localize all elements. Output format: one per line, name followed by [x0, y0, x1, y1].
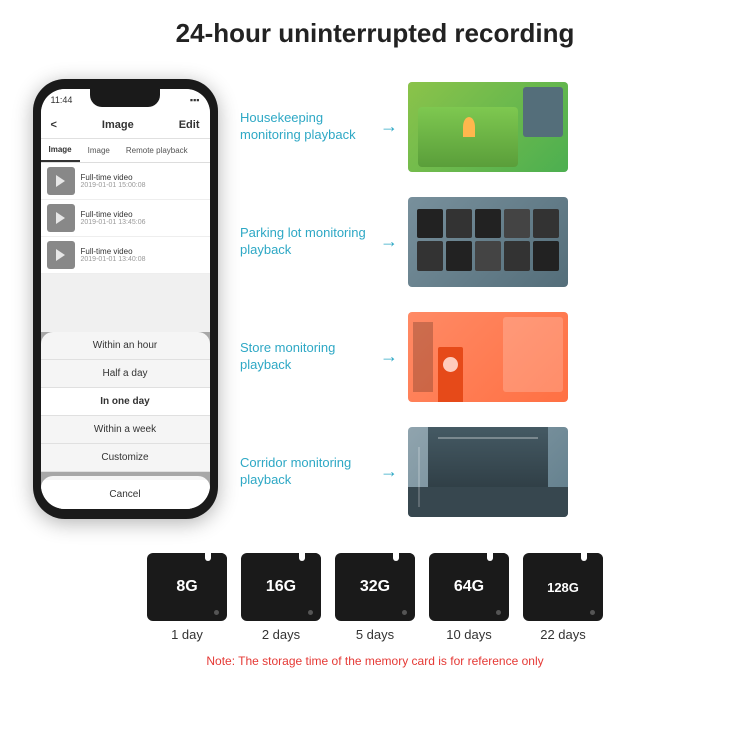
- monitoring-item-corridor: Corridor monitoring playback →: [240, 427, 730, 517]
- video-info: Full-time video 2019-01-01 13:40:08: [81, 247, 146, 263]
- monitoring-item-housekeeping: Housekeeping monitoring playback →: [240, 82, 730, 172]
- sd-card-16g: 16G: [241, 553, 321, 621]
- sd-card-dot: [590, 610, 595, 615]
- monitoring-item-store: Store monitoring playback →: [240, 312, 730, 402]
- monitoring-label-corridor: Corridor monitoring playback: [240, 455, 370, 489]
- storage-card-16g: 16G 2 days: [241, 553, 321, 642]
- main-content: 11:44 ▪▪▪ < Image Edit Image Image Remot…: [0, 59, 750, 539]
- storage-card-128g: 128G 22 days: [523, 553, 603, 642]
- phone-back-button[interactable]: <: [51, 119, 57, 131]
- phone-nav-bar: < Image Edit: [41, 111, 210, 139]
- play-icon: [56, 212, 65, 224]
- phone-screen: 11:44 ▪▪▪ < Image Edit Image Image Remot…: [41, 89, 210, 509]
- play-icon: [56, 249, 65, 261]
- monitoring-image-parking: [408, 197, 568, 287]
- sd-card-notch: [487, 553, 493, 561]
- monitoring-image-store: [408, 312, 568, 402]
- arrow-icon-corridor: →: [380, 461, 398, 482]
- monitoring-label-parking: Parking lot monitoring playback: [240, 225, 370, 259]
- video-info: Full-time video 2019-01-01 13:45:06: [81, 210, 146, 226]
- scene-store: [408, 312, 568, 402]
- arrow-icon-parking: →: [380, 231, 398, 252]
- page-header: 24-hour uninterrupted recording: [0, 0, 750, 59]
- phone-dropdown-overlay: Within an hour Half a day In one day Wit…: [41, 332, 210, 509]
- list-item[interactable]: Full-time video 2019-01-01 15:00:08: [41, 163, 210, 200]
- phone-tab-image[interactable]: Image: [41, 139, 80, 162]
- sd-card-dot: [308, 610, 313, 615]
- video-label: Full-time video: [81, 210, 146, 219]
- sd-card-size-label: 8G: [176, 578, 197, 596]
- dropdown-item-customize[interactable]: Customize: [41, 444, 210, 472]
- phone-notch: [90, 89, 160, 107]
- scene-parking: [408, 197, 568, 287]
- phone-edit-button[interactable]: Edit: [179, 119, 200, 131]
- phone-nav-title: Image: [102, 119, 134, 131]
- video-label: Full-time video: [81, 173, 146, 182]
- list-item[interactable]: Full-time video 2019-01-01 13:45:06: [41, 200, 210, 237]
- list-item[interactable]: Full-time video 2019-01-01 13:40:08: [41, 237, 210, 274]
- storage-section: 8G 1 day 16G 2 days 32G 5 days: [0, 539, 750, 668]
- storage-card-32g: 32G 5 days: [335, 553, 415, 642]
- sd-card-size-label: 128G: [547, 580, 579, 595]
- phone-mockup: 11:44 ▪▪▪ < Image Edit Image Image Remot…: [33, 79, 218, 519]
- phone-tab-image2[interactable]: Image: [80, 139, 118, 162]
- phone-video-list: Full-time video 2019-01-01 15:00:08 Full…: [41, 163, 210, 274]
- storage-days-128g: 22 days: [540, 627, 586, 642]
- video-date: 2019-01-01 13:45:06: [81, 219, 146, 226]
- storage-days-64g: 10 days: [446, 627, 492, 642]
- storage-note: Note: The storage time of the memory car…: [206, 654, 543, 668]
- video-label: Full-time video: [81, 247, 146, 256]
- sd-card-notch: [205, 553, 211, 561]
- play-icon: [56, 175, 65, 187]
- phone-tab-remote[interactable]: Remote playback: [118, 139, 196, 162]
- scene-corridor: [408, 427, 568, 517]
- sd-card-size-label: 64G: [454, 578, 484, 596]
- phone-dropdown-cancel: Cancel: [41, 476, 210, 509]
- storage-card-8g: 8G 1 day: [147, 553, 227, 642]
- cancel-button[interactable]: Cancel: [41, 480, 210, 509]
- scene-housekeeping: [408, 82, 568, 172]
- sd-card-size-label: 16G: [266, 578, 296, 596]
- storage-days-16g: 2 days: [262, 627, 300, 642]
- sd-card-128g: 128G: [523, 553, 603, 621]
- sd-card-64g: 64G: [429, 553, 509, 621]
- phone-icons: ▪▪▪: [190, 95, 200, 105]
- phone-tabs: Image Image Remote playback: [41, 139, 210, 163]
- page-title: 24-hour uninterrupted recording: [0, 18, 750, 49]
- video-thumbnail: [47, 167, 75, 195]
- sd-card-notch: [393, 553, 399, 561]
- video-thumbnail: [47, 241, 75, 269]
- arrow-icon-store: →: [380, 346, 398, 367]
- monitoring-section: Housekeeping monitoring playback → Parki…: [240, 59, 730, 539]
- sd-card-dot: [214, 610, 219, 615]
- storage-cards-container: 8G 1 day 16G 2 days 32G 5 days: [147, 553, 603, 642]
- video-thumbnail: [47, 204, 75, 232]
- sd-card-size-label: 32G: [360, 578, 390, 596]
- monitoring-label-store: Store monitoring playback: [240, 340, 370, 374]
- video-date: 2019-01-01 13:40:08: [81, 256, 146, 263]
- phone-container: 11:44 ▪▪▪ < Image Edit Image Image Remot…: [20, 59, 230, 539]
- video-date: 2019-01-01 15:00:08: [81, 182, 146, 189]
- phone-time: 11:44: [51, 95, 73, 105]
- dropdown-item-halfday[interactable]: Half a day: [41, 360, 210, 388]
- sd-card-notch: [299, 553, 305, 561]
- storage-card-64g: 64G 10 days: [429, 553, 509, 642]
- dropdown-item-week[interactable]: Within a week: [41, 416, 210, 444]
- dropdown-item-hour[interactable]: Within an hour: [41, 332, 210, 360]
- video-info: Full-time video 2019-01-01 15:00:08: [81, 173, 146, 189]
- sd-card-8g: 8G: [147, 553, 227, 621]
- arrow-icon-housekeeping: →: [380, 116, 398, 137]
- monitoring-image-corridor: [408, 427, 568, 517]
- monitoring-label-housekeeping: Housekeeping monitoring playback: [240, 110, 370, 144]
- dropdown-item-oneday[interactable]: In one day: [41, 388, 210, 416]
- storage-days-8g: 1 day: [171, 627, 203, 642]
- storage-days-32g: 5 days: [356, 627, 394, 642]
- phone-dropdown-menu: Within an hour Half a day In one day Wit…: [41, 332, 210, 472]
- monitoring-item-parking: Parking lot monitoring playback →: [240, 197, 730, 287]
- sd-card-dot: [402, 610, 407, 615]
- sd-card-notch: [581, 553, 587, 561]
- sd-card-32g: 32G: [335, 553, 415, 621]
- sd-card-dot: [496, 610, 501, 615]
- monitoring-image-housekeeping: [408, 82, 568, 172]
